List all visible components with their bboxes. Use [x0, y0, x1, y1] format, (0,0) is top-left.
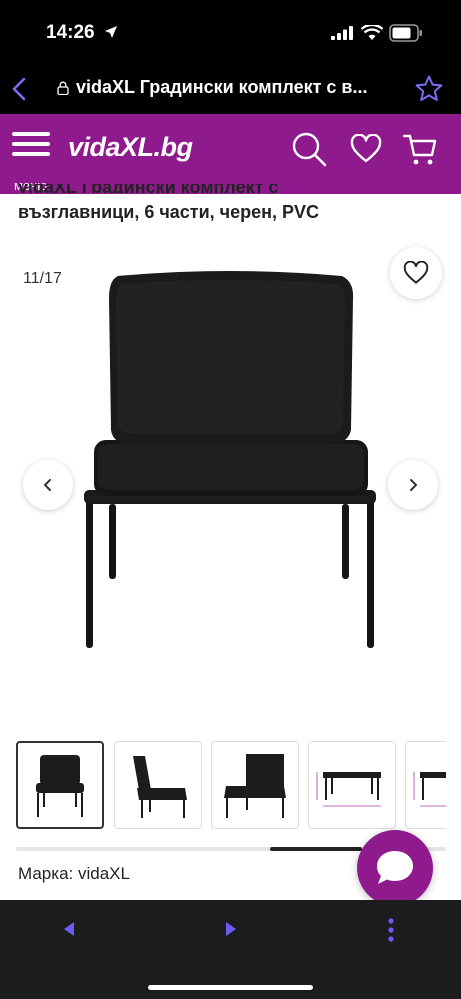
product-title-partial: vidaXL Градински комплект с	[18, 184, 278, 193]
chat-button[interactable]	[357, 830, 433, 906]
cart-icon[interactable]	[402, 131, 438, 172]
status-time: 14:26	[46, 22, 95, 43]
signal-icon	[331, 26, 355, 45]
wifi-icon	[360, 23, 384, 46]
hamburger-icon	[12, 132, 56, 156]
site-header: меню vidaXL.bg	[0, 114, 461, 194]
battery-icon	[389, 24, 423, 47]
more-options-icon[interactable]	[387, 917, 395, 948]
site-logo[interactable]: vidaXL.bg	[68, 132, 193, 163]
forward-arrow-icon[interactable]	[224, 920, 238, 943]
brand-line: Марка: vidaXL	[18, 864, 130, 883]
thumbnail-5[interactable]	[405, 741, 446, 829]
heart-icon[interactable]	[350, 133, 382, 169]
url-title[interactable]: vidaXL Градински комплект с в...	[76, 77, 406, 98]
thumbnail-strip	[16, 741, 446, 831]
product-title: възглавници, 6 части, черен, PVC	[18, 202, 320, 222]
thumbnail-3[interactable]	[211, 741, 299, 829]
home-indicator	[148, 985, 313, 990]
image-counter: 11/17	[23, 270, 62, 287]
gallery-prev-button[interactable]	[23, 460, 73, 510]
thumbnail-1[interactable]	[16, 741, 104, 829]
heart-icon	[403, 261, 429, 284]
thumbnail-4[interactable]	[308, 741, 396, 829]
search-icon[interactable]	[290, 130, 330, 175]
thumbnail-2[interactable]	[114, 741, 202, 829]
chevron-left-icon	[44, 479, 51, 491]
lock-icon	[57, 81, 69, 100]
product-image[interactable]	[80, 268, 380, 653]
wishlist-button[interactable]	[390, 247, 442, 299]
chevron-left-icon[interactable]	[8, 76, 32, 102]
status-bar: 14:26	[0, 0, 461, 62]
gallery-next-button[interactable]	[388, 460, 438, 510]
thumbnail-scrollbar-thumb[interactable]	[270, 847, 362, 851]
location-arrow-icon	[104, 25, 118, 44]
chat-bubble-icon	[377, 851, 413, 884]
star-icon[interactable]	[414, 74, 444, 109]
browser-url-bar: vidaXL Градински комплект с в...	[0, 62, 461, 114]
back-arrow-icon[interactable]	[62, 920, 76, 943]
menu-button[interactable]: меню	[12, 132, 56, 193]
chevron-right-icon	[410, 479, 417, 491]
